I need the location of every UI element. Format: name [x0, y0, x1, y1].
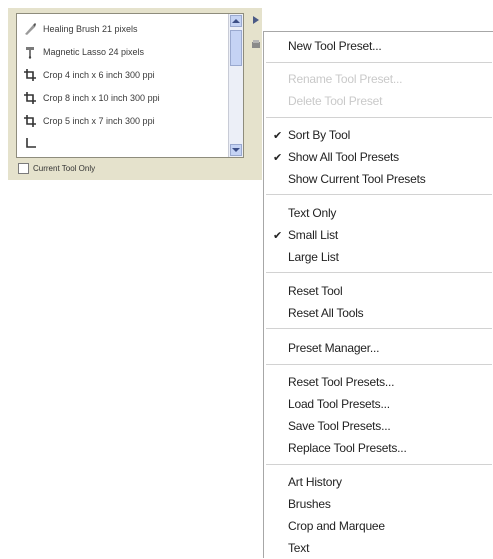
tool-presets-panel: Healing Brush 21 pixels Magnetic Lasso 2… — [8, 8, 262, 180]
menu-item-preset-manager[interactable]: Preset Manager... — [264, 337, 493, 359]
menu-item-reset-tool[interactable]: Reset Tool — [264, 280, 493, 302]
list-item[interactable]: Crop 5 inch x 7 inch 300 ppi — [23, 111, 221, 131]
menu-item-label: Show Current Tool Presets — [288, 172, 426, 186]
menu-item-small-list[interactable]: ✔ Small List — [264, 224, 493, 246]
magnetic-lasso-icon — [23, 45, 37, 59]
menu-item-label: Brushes — [288, 497, 331, 511]
menu-item-crop-and-marquee[interactable]: Crop and Marquee — [264, 515, 493, 537]
menu-item-label: Delete Tool Preset — [288, 94, 383, 108]
menu-item-label: Reset Tool Presets... — [288, 375, 395, 389]
current-tool-only-option[interactable]: Current Tool Only — [18, 161, 95, 175]
menu-item-replace-tool-presets[interactable]: Replace Tool Presets... — [264, 437, 493, 459]
menu-separator — [266, 194, 492, 195]
menu-item-new-tool-preset[interactable]: New Tool Preset... — [264, 35, 493, 57]
list-item[interactable]: Crop 4 inch x 6 inch 300 ppi — [23, 65, 221, 85]
menu-item-label: Text Only — [288, 206, 337, 220]
scroll-down-button[interactable] — [230, 144, 242, 156]
menu-item-label: Text — [288, 541, 310, 555]
menu-item-label: Small List — [288, 228, 339, 242]
menu-item-text[interactable]: Text — [264, 537, 493, 559]
menu-item-reset-tool-presets[interactable]: Reset Tool Presets... — [264, 371, 493, 393]
new-preset-icon[interactable] — [250, 38, 262, 50]
arrow-up-icon — [232, 19, 240, 23]
menu-item-art-history[interactable]: Art History — [264, 471, 493, 493]
list-item-partial[interactable] — [23, 134, 221, 154]
current-tool-only-checkbox[interactable] — [18, 162, 29, 174]
menu-item-label: Reset All Tools — [288, 306, 364, 320]
list-item[interactable]: Magnetic Lasso 24 pixels — [23, 42, 221, 62]
checkmark-icon: ✔ — [273, 129, 283, 142]
menu-item-label: Save Tool Presets... — [288, 419, 391, 433]
list-item-label: Healing Brush 21 pixels — [43, 24, 138, 34]
menu-item-label: Reset Tool — [288, 284, 343, 298]
menu-item-label: Load Tool Presets... — [288, 397, 390, 411]
current-tool-only-label: Current Tool Only — [33, 163, 96, 173]
menu-item-delete-tool-preset: Delete Tool Preset — [264, 90, 493, 112]
menu-item-large-list[interactable]: Large List — [264, 246, 493, 268]
list-item-label: Magnetic Lasso 24 pixels — [43, 47, 145, 57]
menu-item-show-all-tool-presets[interactable]: ✔ Show All Tool Presets — [264, 146, 493, 168]
menu-separator — [266, 328, 492, 329]
menu-item-rename-tool-preset: Rename Tool Preset... — [264, 68, 493, 90]
checkmark-icon: ✔ — [273, 229, 283, 242]
menu-item-show-current-tool-presets[interactable]: Show Current Tool Presets — [264, 168, 493, 190]
list-item[interactable]: Crop 8 inch x 10 inch 300 ppi — [23, 88, 221, 108]
menu-item-label: New Tool Preset... — [288, 39, 382, 53]
scroll-thumb[interactable] — [230, 30, 242, 66]
menu-item-label: Crop and Marquee — [288, 519, 385, 533]
list-scrollbar[interactable] — [228, 14, 243, 157]
menu-separator — [266, 62, 492, 63]
arrow-down-icon — [232, 148, 240, 152]
menu-item-load-tool-presets[interactable]: Load Tool Presets... — [264, 393, 493, 415]
healing-brush-icon — [23, 22, 37, 36]
menu-item-sort-by-tool[interactable]: ✔ Sort By Tool — [264, 124, 493, 146]
list-item[interactable]: Healing Brush 21 pixels — [23, 19, 221, 39]
list-item-label: Crop 4 inch x 6 inch 300 ppi — [43, 70, 155, 80]
panel-menu-arrow-icon[interactable] — [250, 14, 262, 26]
tool-preset-list[interactable]: Healing Brush 21 pixels Magnetic Lasso 2… — [16, 13, 244, 158]
menu-separator — [266, 117, 492, 118]
tool-presets-context-menu: New Tool Preset... Rename Tool Preset...… — [263, 31, 493, 558]
crop-icon — [23, 91, 37, 105]
menu-item-label: Show All Tool Presets — [288, 150, 399, 164]
menu-item-label: Preset Manager... — [288, 341, 380, 355]
crop-icon — [23, 68, 37, 82]
menu-separator — [266, 272, 492, 273]
menu-item-label: Large List — [288, 250, 339, 264]
list-item-label: Crop 8 inch x 10 inch 300 ppi — [43, 93, 160, 103]
menu-item-reset-all-tools[interactable]: Reset All Tools — [264, 302, 493, 324]
scroll-up-button[interactable] — [230, 15, 242, 27]
menu-separator — [266, 364, 492, 365]
menu-item-save-tool-presets[interactable]: Save Tool Presets... — [264, 415, 493, 437]
checkmark-icon: ✔ — [273, 151, 283, 164]
crop-icon — [23, 114, 37, 128]
menu-item-label: Sort By Tool — [288, 128, 351, 142]
menu-separator — [266, 464, 492, 465]
list-item-label: Crop 5 inch x 7 inch 300 ppi — [43, 116, 155, 126]
menu-item-label: Rename Tool Preset... — [288, 72, 403, 86]
menu-item-text-only[interactable]: Text Only — [264, 202, 493, 224]
crop-icon — [23, 137, 37, 151]
menu-item-label: Art History — [288, 475, 342, 489]
menu-item-label: Replace Tool Presets... — [288, 441, 407, 455]
menu-item-brushes[interactable]: Brushes — [264, 493, 493, 515]
